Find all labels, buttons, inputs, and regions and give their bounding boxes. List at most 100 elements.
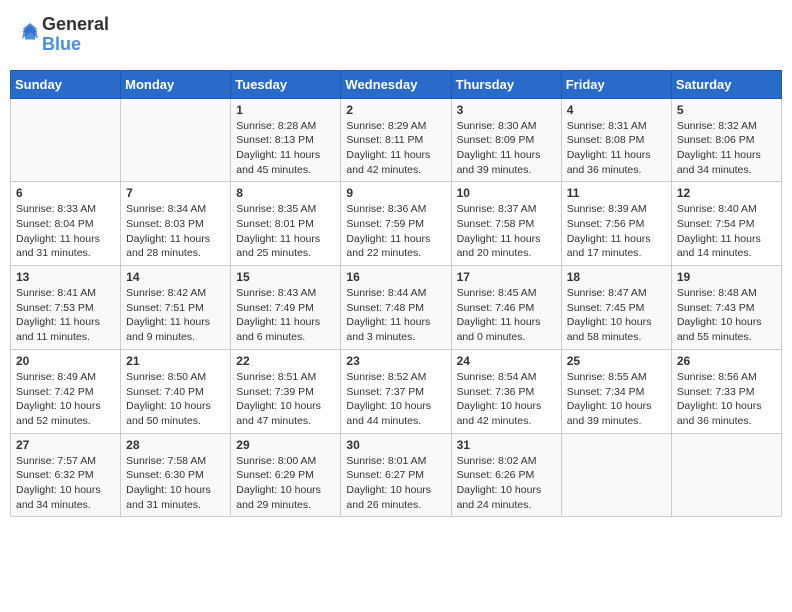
logo: General Blue (20, 15, 109, 55)
day-header-thursday: Thursday (451, 70, 561, 98)
day-header-saturday: Saturday (671, 70, 781, 98)
calendar-cell: 1 Sunrise: 8:28 AMSunset: 8:13 PMDaylight… (231, 98, 341, 182)
week-row-3: 13 Sunrise: 8:41 AMSunset: 7:53 PMDayligh… (11, 266, 782, 350)
calendar-cell: 11 Sunrise: 8:39 AMSunset: 7:56 PMDayligh… (561, 182, 671, 266)
day-number: 21 (126, 354, 225, 368)
calendar-cell: 18 Sunrise: 8:47 AMSunset: 7:45 PMDayligh… (561, 266, 671, 350)
day-number: 28 (126, 438, 225, 452)
calendar-cell (11, 98, 121, 182)
day-info: Sunrise: 8:42 AMSunset: 7:51 PMDaylight:… (126, 286, 225, 345)
day-header-monday: Monday (121, 70, 231, 98)
day-header-tuesday: Tuesday (231, 70, 341, 98)
day-info: Sunrise: 8:32 AMSunset: 8:06 PMDaylight:… (677, 119, 776, 178)
calendar-cell: 22Sunrise: 8:51 AMSunset: 7:39 PMDayligh… (231, 349, 341, 433)
calendar-cell: 13 Sunrise: 8:41 AMSunset: 7:53 PMDayligh… (11, 266, 121, 350)
day-info: Sunrise: 8:43 AMSunset: 7:49 PMDaylight:… (236, 286, 335, 345)
day-number: 18 (567, 270, 666, 284)
day-number: 22 (236, 354, 335, 368)
week-row-1: 1 Sunrise: 8:28 AMSunset: 8:13 PMDaylight… (11, 98, 782, 182)
day-number: 14 (126, 270, 225, 284)
day-number: 10 (457, 186, 556, 200)
week-row-4: 20Sunrise: 8:49 AMSunset: 7:42 PMDayligh… (11, 349, 782, 433)
page-header: General Blue (10, 10, 782, 60)
day-number: 7 (126, 186, 225, 200)
day-header-friday: Friday (561, 70, 671, 98)
day-number: 9 (346, 186, 445, 200)
day-number: 29 (236, 438, 335, 452)
day-info: Sunrise: 8:30 AMSunset: 8:09 PMDaylight:… (457, 119, 556, 178)
calendar-cell: 20Sunrise: 8:49 AMSunset: 7:42 PMDayligh… (11, 349, 121, 433)
week-row-2: 6Sunrise: 8:33 AMSunset: 8:04 PMDaylight… (11, 182, 782, 266)
day-number: 12 (677, 186, 776, 200)
day-header-sunday: Sunday (11, 70, 121, 98)
day-info: Sunrise: 8:50 AMSunset: 7:40 PMDaylight:… (126, 370, 225, 429)
day-number: 23 (346, 354, 445, 368)
day-info: Sunrise: 7:58 AMSunset: 6:30 PMDaylight:… (126, 454, 225, 513)
day-info: Sunrise: 8:39 AMSunset: 7:56 PMDaylight:… (567, 202, 666, 261)
day-info: Sunrise: 8:28 AMSunset: 8:13 PMDaylight:… (236, 119, 335, 178)
day-number: 4 (567, 103, 666, 117)
day-info: Sunrise: 8:47 AMSunset: 7:45 PMDaylight:… (567, 286, 666, 345)
day-number: 2 (346, 103, 445, 117)
day-info: Sunrise: 8:44 AMSunset: 7:48 PMDaylight:… (346, 286, 445, 345)
calendar-cell: 27Sunrise: 7:57 AMSunset: 6:32 PMDayligh… (11, 433, 121, 517)
day-number: 27 (16, 438, 115, 452)
day-number: 31 (457, 438, 556, 452)
day-number: 1 (236, 103, 335, 117)
calendar-cell: 2Sunrise: 8:29 AMSunset: 8:11 PMDaylight… (341, 98, 451, 182)
calendar-cell: 19Sunrise: 8:48 AMSunset: 7:43 PMDayligh… (671, 266, 781, 350)
day-info: Sunrise: 8:55 AMSunset: 7:34 PMDaylight:… (567, 370, 666, 429)
day-info: Sunrise: 8:52 AMSunset: 7:37 PMDaylight:… (346, 370, 445, 429)
day-number: 30 (346, 438, 445, 452)
calendar-cell: 24 Sunrise: 8:54 AMSunset: 7:36 PMDayligh… (451, 349, 561, 433)
day-info: Sunrise: 8:01 AMSunset: 6:27 PMDaylight:… (346, 454, 445, 513)
calendar-table: SundayMondayTuesdayWednesdayThursdayFrid… (10, 70, 782, 518)
week-row-5: 27Sunrise: 7:57 AMSunset: 6:32 PMDayligh… (11, 433, 782, 517)
calendar-cell: 6Sunrise: 8:33 AMSunset: 8:04 PMDaylight… (11, 182, 121, 266)
calendar-cell: 12 Sunrise: 8:40 AMSunset: 7:54 PMDayligh… (671, 182, 781, 266)
calendar-cell: 10 Sunrise: 8:37 AMSunset: 7:58 PMDayligh… (451, 182, 561, 266)
logo-text: General Blue (42, 15, 109, 55)
day-info: Sunrise: 8:37 AMSunset: 7:58 PMDaylight:… (457, 202, 556, 261)
calendar-cell: 29Sunrise: 8:00 AMSunset: 6:29 PMDayligh… (231, 433, 341, 517)
day-info: Sunrise: 8:35 AMSunset: 8:01 PMDaylight:… (236, 202, 335, 261)
day-info: Sunrise: 8:54 AMSunset: 7:36 PMDaylight:… (457, 370, 556, 429)
calendar-cell: 5 Sunrise: 8:32 AMSunset: 8:06 PMDaylight… (671, 98, 781, 182)
day-info: Sunrise: 8:36 AMSunset: 7:59 PMDaylight:… (346, 202, 445, 261)
calendar-cell: 16 Sunrise: 8:44 AMSunset: 7:48 PMDayligh… (341, 266, 451, 350)
calendar-cell (561, 433, 671, 517)
day-number: 5 (677, 103, 776, 117)
day-number: 16 (346, 270, 445, 284)
day-number: 8 (236, 186, 335, 200)
day-info: Sunrise: 8:41 AMSunset: 7:53 PMDaylight:… (16, 286, 115, 345)
day-info: Sunrise: 8:45 AMSunset: 7:46 PMDaylight:… (457, 286, 556, 345)
day-header-wednesday: Wednesday (341, 70, 451, 98)
calendar-cell (121, 98, 231, 182)
day-number: 17 (457, 270, 556, 284)
calendar-cell: 7 Sunrise: 8:34 AMSunset: 8:03 PMDaylight… (121, 182, 231, 266)
calendar-cell: 28 Sunrise: 7:58 AMSunset: 6:30 PMDayligh… (121, 433, 231, 517)
day-number: 24 (457, 354, 556, 368)
calendar-header-row: SundayMondayTuesdayWednesdayThursdayFrid… (11, 70, 782, 98)
day-number: 13 (16, 270, 115, 284)
calendar-cell: 4 Sunrise: 8:31 AMSunset: 8:08 PMDaylight… (561, 98, 671, 182)
calendar-cell: 30 Sunrise: 8:01 AMSunset: 6:27 PMDayligh… (341, 433, 451, 517)
calendar-cell: 8 Sunrise: 8:35 AMSunset: 8:01 PMDaylight… (231, 182, 341, 266)
calendar-cell: 23 Sunrise: 8:52 AMSunset: 7:37 PMDayligh… (341, 349, 451, 433)
day-info: Sunrise: 8:31 AMSunset: 8:08 PMDaylight:… (567, 119, 666, 178)
day-number: 3 (457, 103, 556, 117)
calendar-cell: 14 Sunrise: 8:42 AMSunset: 7:51 PMDayligh… (121, 266, 231, 350)
day-info: Sunrise: 8:40 AMSunset: 7:54 PMDaylight:… (677, 202, 776, 261)
calendar-cell: 3 Sunrise: 8:30 AMSunset: 8:09 PMDaylight… (451, 98, 561, 182)
day-info: Sunrise: 8:34 AMSunset: 8:03 PMDaylight:… (126, 202, 225, 261)
calendar-cell (671, 433, 781, 517)
day-number: 6 (16, 186, 115, 200)
day-number: 11 (567, 186, 666, 200)
calendar-cell: 21 Sunrise: 8:50 AMSunset: 7:40 PMDayligh… (121, 349, 231, 433)
logo-icon (20, 22, 40, 42)
calendar-cell: 17 Sunrise: 8:45 AMSunset: 7:46 PMDayligh… (451, 266, 561, 350)
day-info: Sunrise: 8:48 AMSunset: 7:43 PMDaylight:… (677, 286, 776, 345)
day-number: 15 (236, 270, 335, 284)
calendar-cell: 26Sunrise: 8:56 AMSunset: 7:33 PMDayligh… (671, 349, 781, 433)
day-info: Sunrise: 8:02 AMSunset: 6:26 PMDaylight:… (457, 454, 556, 513)
